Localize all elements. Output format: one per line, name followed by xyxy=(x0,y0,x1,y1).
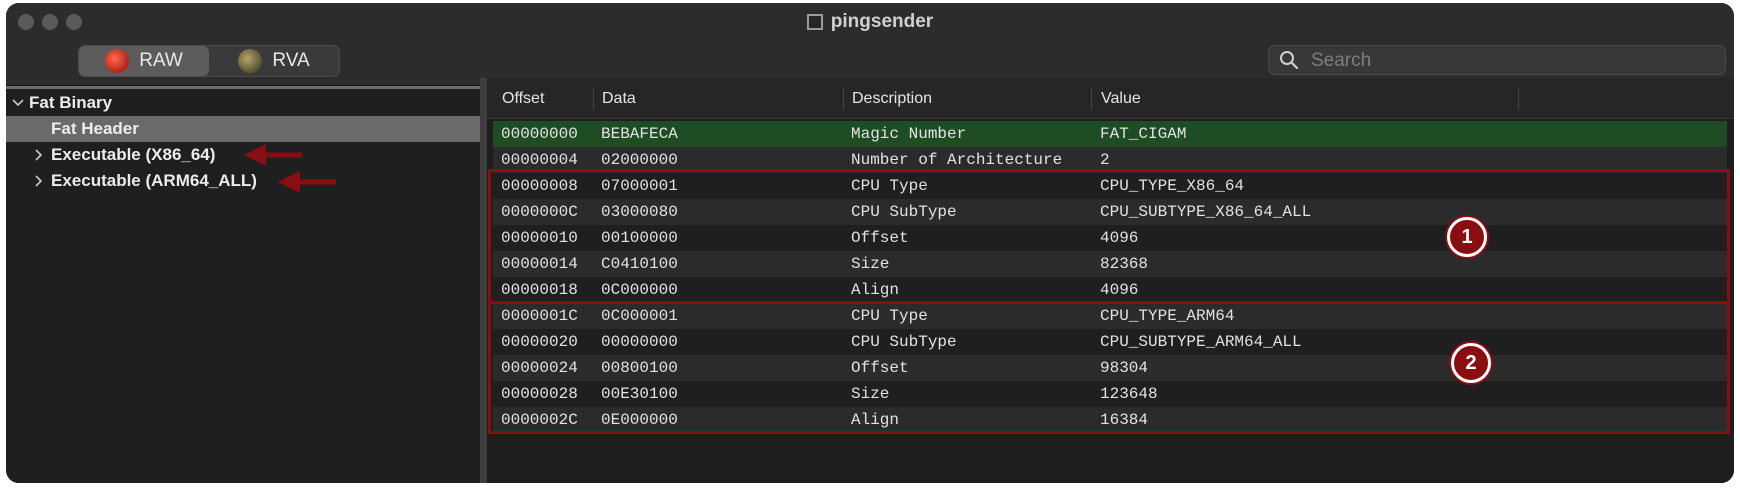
data-table: Offset Data Description Value 00000000 B… xyxy=(487,78,1734,483)
search-icon xyxy=(1280,51,1299,70)
annotation-badge-1: 1 xyxy=(1447,217,1487,257)
annotation-arrow-icon xyxy=(278,171,336,193)
rva-icon xyxy=(238,49,263,73)
app-window: pingsender RAW RVA Fat Bi xyxy=(6,3,1734,483)
chevron-down-icon[interactable] xyxy=(12,98,24,108)
chevron-right-icon[interactable] xyxy=(34,175,44,187)
tree-item-fat-binary[interactable]: Fat Binary xyxy=(6,90,480,116)
document-icon xyxy=(806,14,823,30)
tree-item-fat-header[interactable]: Fat Header xyxy=(6,116,480,142)
tree-item-executable-arm64-all[interactable]: Executable (ARM64_ALL) xyxy=(6,168,480,194)
column-header-description[interactable]: Description xyxy=(852,90,932,108)
view-mode-segmented-control: RAW RVA xyxy=(78,45,340,77)
raw-icon xyxy=(105,49,130,73)
annotation-badge-2: 2 xyxy=(1451,343,1491,383)
rva-mode-button[interactable]: RVA xyxy=(209,46,339,76)
annotation-arrow-icon xyxy=(244,144,302,166)
search-field[interactable] xyxy=(1268,45,1726,75)
tree-item-executable-x86-64[interactable]: Executable (X86_64) xyxy=(6,142,480,168)
title-bar: pingsender xyxy=(6,3,1734,41)
chevron-right-icon[interactable] xyxy=(34,149,44,161)
column-header-value[interactable]: Value xyxy=(1101,90,1141,108)
split-view-divider[interactable] xyxy=(480,78,487,483)
column-header-offset[interactable]: Offset xyxy=(502,90,544,108)
window-title: pingsender xyxy=(6,11,1734,33)
table-row[interactable]: 00000000 BEBAFECA Magic Number FAT_CIGAM xyxy=(493,121,1727,147)
annotation-box-arm64 xyxy=(488,301,1730,434)
annotation-box-x86-64 xyxy=(488,169,1730,304)
search-input[interactable] xyxy=(1309,49,1713,73)
column-header-data[interactable]: Data xyxy=(602,90,636,108)
raw-mode-button[interactable]: RAW xyxy=(79,46,209,76)
structure-tree: Fat Binary Fat Header Executable (X86_64… xyxy=(6,86,480,483)
table-header: Offset Data Description Value xyxy=(487,78,1734,119)
